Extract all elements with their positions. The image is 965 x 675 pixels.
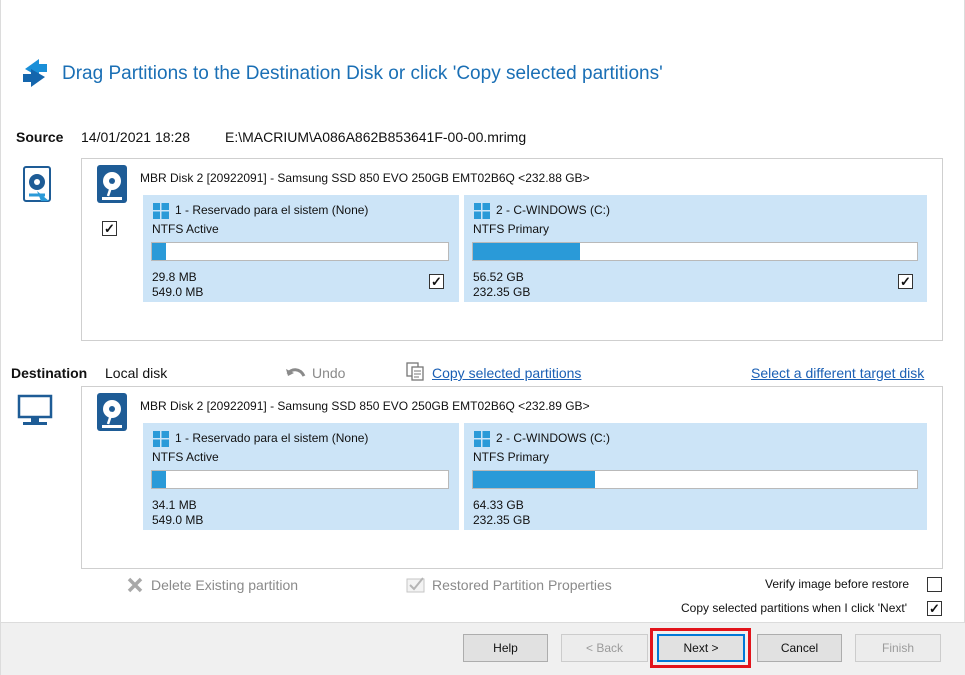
verify-image-checkbox[interactable]: [927, 577, 942, 592]
windows-logo-icon: [153, 431, 169, 447]
partition-name: 2 - C-WINDOWS (C:): [496, 431, 610, 445]
partition-total: 549.0 MB: [152, 285, 204, 299]
partition-name: 1 - Reservado para el sistem (None): [175, 203, 369, 217]
windows-logo-icon: [474, 203, 490, 219]
partition-usage-bar: [472, 242, 918, 261]
partition-checkbox[interactable]: ✓: [429, 274, 444, 289]
partition-usage-bar: [472, 470, 918, 489]
delete-x-icon: [127, 577, 143, 593]
partition-type: NTFS Primary: [473, 450, 549, 464]
destination-value: Local disk: [105, 365, 168, 381]
partition-usage-fill: [473, 471, 595, 488]
partition-used: 29.8 MB: [152, 270, 197, 284]
partition-usage-fill: [152, 471, 166, 488]
copy-on-next-label: Copy selected partitions when I click 'N…: [681, 601, 908, 615]
partition-checkbox[interactable]: ✓: [898, 274, 913, 289]
partition-usage-fill: [152, 243, 166, 260]
restore-wizard-window: Drag Partitions to the Destination Disk …: [0, 0, 965, 675]
destination-disk-title: MBR Disk 2 [20922091] - Samsung SSD 850 …: [140, 399, 590, 413]
swap-arrows-icon: [23, 59, 47, 87]
source-disk-panel: MBR Disk 2 [20922091] - Samsung SSD 850 …: [81, 158, 943, 341]
cancel-button[interactable]: Cancel: [757, 634, 842, 662]
partition-total: 232.35 GB: [473, 513, 531, 527]
select-different-target-disk-link[interactable]: Select a different target disk: [751, 365, 924, 381]
destination-disk-panel: MBR Disk 2 [20922091] - Samsung SSD 850 …: [81, 386, 943, 569]
partition-type: NTFS Active: [152, 222, 219, 236]
partition-type: NTFS Primary: [473, 222, 549, 236]
source-partition-2[interactable]: 2 - C-WINDOWS (C:) NTFS Primary 56.52 GB…: [464, 195, 927, 302]
destination-label: Destination: [11, 365, 88, 381]
source-partition-1[interactable]: 1 - Reservado para el sistem (None) NTFS…: [143, 195, 459, 302]
source-path: E:\MACRIUM\A086A862B853641F-00-00.mrimg: [225, 129, 527, 145]
partition-used: 56.52 GB: [473, 270, 524, 284]
partition-name: 1 - Reservado para el sistem (None): [175, 431, 369, 445]
hard-disk-icon: [97, 165, 127, 203]
source-disk-checkbox[interactable]: ✓: [102, 221, 117, 236]
image-file-icon: [23, 166, 51, 202]
partition-total: 232.35 GB: [473, 285, 531, 299]
partition-used: 34.1 MB: [152, 498, 197, 512]
source-date: 14/01/2021 18:28: [81, 129, 190, 145]
partition-total: 549.0 MB: [152, 513, 204, 527]
copy-selected-partitions-link[interactable]: Copy selected partitions: [432, 365, 581, 381]
windows-logo-icon: [153, 203, 169, 219]
undo-icon: [286, 368, 306, 377]
delete-existing-partition-button[interactable]: Delete Existing partition: [151, 577, 298, 593]
next-button-highlight: [650, 628, 751, 668]
verify-image-label: Verify image before restore: [765, 577, 910, 591]
hard-disk-icon: [97, 393, 127, 431]
help-button[interactable]: Help: [463, 634, 548, 662]
destination-partition-2[interactable]: 2 - C-WINDOWS (C:) NTFS Primary 64.33 GB…: [464, 423, 927, 530]
finish-button[interactable]: Finish: [855, 634, 941, 662]
properties-check-icon: [406, 577, 425, 593]
partition-usage-fill: [473, 243, 580, 260]
partition-type: NTFS Active: [152, 450, 219, 464]
partition-used: 64.33 GB: [473, 498, 524, 512]
page-title: Drag Partitions to the Destination Disk …: [62, 63, 663, 84]
copy-on-next-checkbox[interactable]: ✓: [927, 601, 942, 616]
restored-partition-properties-button[interactable]: Restored Partition Properties: [432, 577, 612, 593]
destination-partition-1[interactable]: 1 - Reservado para el sistem (None) NTFS…: [143, 423, 459, 530]
undo-button[interactable]: Undo: [312, 365, 345, 381]
windows-logo-icon: [474, 431, 490, 447]
partition-name: 2 - C-WINDOWS (C:): [496, 203, 610, 217]
monitor-icon: [17, 394, 53, 425]
back-button[interactable]: < Back: [561, 634, 648, 662]
copy-icon: [406, 362, 424, 381]
partition-usage-bar: [151, 242, 449, 261]
source-label: Source: [16, 129, 64, 145]
partition-usage-bar: [151, 470, 449, 489]
source-disk-title: MBR Disk 2 [20922091] - Samsung SSD 850 …: [140, 171, 590, 185]
